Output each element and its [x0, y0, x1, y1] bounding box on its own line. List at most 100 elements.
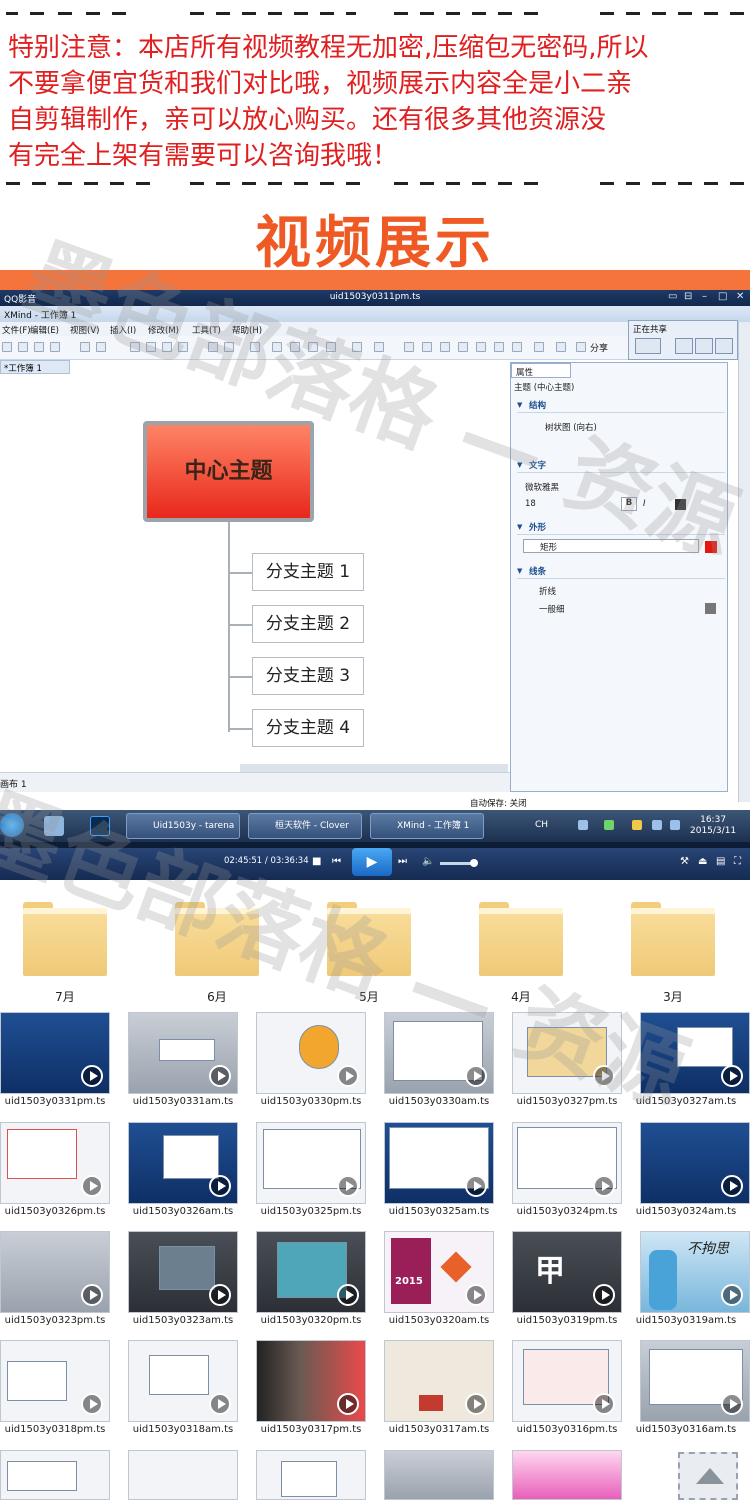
file-name[interactable]: uid1503y0327am.ts	[622, 1096, 750, 1107]
video-thumbnail[interactable]	[640, 1012, 750, 1094]
structure-value[interactable]: 树状图 (向右)	[545, 421, 597, 433]
file-name[interactable]: uid1503y0326pm.ts	[0, 1206, 119, 1217]
volume-knob[interactable]	[470, 859, 478, 867]
font-color-swatch[interactable]	[675, 499, 686, 510]
workbook-tab[interactable]: *工作簿 1	[0, 360, 70, 374]
video-thumbnail[interactable]	[128, 1450, 238, 1500]
video-thumbnail[interactable]: 不拘思	[640, 1231, 750, 1313]
video-thumbnail[interactable]	[512, 1012, 622, 1094]
security-icon[interactable]	[604, 820, 614, 830]
video-thumbnail[interactable]	[640, 1340, 750, 1422]
speaker-icon[interactable]: 🔈	[422, 856, 434, 867]
hand-icon[interactable]	[635, 338, 661, 354]
share-icon[interactable]	[576, 342, 586, 352]
folder-icon[interactable]	[327, 902, 411, 976]
menu-modify[interactable]: 修改(M)	[148, 324, 179, 336]
player-skin-icon[interactable]: ▭	[668, 291, 677, 302]
branch-topic-3[interactable]: 分支主题 3	[252, 657, 364, 695]
file-name[interactable]: uid1503y0324pm.ts	[503, 1206, 631, 1217]
menu-tools[interactable]: 工具(T)	[192, 324, 221, 336]
file-name[interactable]: uid1503y0331am.ts	[119, 1096, 247, 1107]
taskbar-button[interactable]: Uid1503y - tarena	[126, 813, 240, 839]
file-name[interactable]: uid1503y0325pm.ts	[247, 1206, 375, 1217]
file-name[interactable]: uid1503y0317pm.ts	[247, 1424, 375, 1435]
central-topic[interactable]: 中心主题	[143, 421, 314, 522]
style-icon[interactable]	[458, 342, 468, 352]
side-scrollbar[interactable]	[738, 322, 750, 802]
drill-up-icon[interactable]	[556, 342, 566, 352]
line-color-swatch[interactable]	[705, 603, 716, 614]
hyperlink-icon[interactable]	[476, 342, 486, 352]
relationship-icon[interactable]	[272, 342, 282, 352]
taskbar-clock[interactable]: 16:37 2015/3/11	[690, 815, 736, 837]
file-name[interactable]: uid1503y0325am.ts	[375, 1206, 503, 1217]
structure-section[interactable]: 结构	[517, 399, 725, 413]
ime-indicator[interactable]: CH	[535, 820, 548, 830]
menu-view[interactable]: 视图(V)	[70, 324, 99, 336]
file-name[interactable]: uid1503y0323am.ts	[119, 1315, 247, 1326]
file-name[interactable]: uid1503y0318pm.ts	[0, 1424, 119, 1435]
file-name[interactable]: uid1503y0319am.ts	[622, 1315, 750, 1326]
share-label[interactable]: 分享	[590, 341, 608, 354]
label-icon[interactable]	[494, 342, 504, 352]
player-minimize-icon[interactable]: –	[702, 291, 707, 302]
file-name[interactable]: uid1503y0316pm.ts	[503, 1424, 631, 1435]
file-name[interactable]: uid1503y0326am.ts	[119, 1206, 247, 1217]
start-button-icon[interactable]	[0, 813, 24, 837]
player-maximize-icon[interactable]: □	[718, 291, 727, 302]
battery-icon[interactable]	[578, 820, 588, 830]
video-thumbnail[interactable]	[512, 1122, 622, 1204]
summary-icon[interactable]	[308, 342, 318, 352]
pen-icon[interactable]	[352, 342, 362, 352]
notes-icon[interactable]	[404, 342, 414, 352]
folder-icon[interactable]	[23, 902, 107, 976]
file-name[interactable]: uid1503y0330am.ts	[375, 1096, 503, 1107]
video-thumbnail[interactable]	[128, 1231, 238, 1313]
eject-icon[interactable]: ⏏	[698, 856, 707, 867]
properties-tab[interactable]: 属性	[511, 363, 571, 378]
sheet-tab[interactable]: 画布 1	[0, 777, 27, 790]
branch-topic-4[interactable]: 分支主题 4	[252, 709, 364, 747]
volume-icon[interactable]	[670, 820, 680, 830]
theme-icon[interactable]	[440, 342, 450, 352]
video-thumbnail[interactable]	[384, 1450, 494, 1500]
photoshop-icon[interactable]	[90, 816, 110, 836]
shape-color-swatch[interactable]	[705, 541, 717, 553]
boundary-icon[interactable]	[290, 342, 300, 352]
network-icon[interactable]	[652, 820, 662, 830]
drill-down-icon[interactable]	[534, 342, 544, 352]
stop-icon[interactable]: ■	[312, 856, 321, 867]
delete-icon[interactable]	[178, 342, 188, 352]
stop-icon[interactable]	[512, 342, 522, 352]
paste-icon[interactable]	[162, 342, 172, 352]
bold-button[interactable]: B	[621, 497, 637, 511]
tools-icon[interactable]: ⚒	[680, 856, 689, 867]
folder-icon[interactable]	[631, 902, 715, 976]
branch-topic-2[interactable]: 分支主题 2	[252, 605, 364, 643]
play-button[interactable]: ▶	[352, 848, 392, 876]
marker-icon[interactable]	[326, 342, 336, 352]
video-thumbnail[interactable]	[512, 1450, 622, 1500]
calculator-icon[interactable]	[44, 816, 64, 836]
undo-icon[interactable]	[80, 342, 90, 352]
menu-help[interactable]: 帮助(H)	[232, 324, 262, 336]
file-name[interactable]: uid1503y0324am.ts	[622, 1206, 750, 1217]
video-thumbnail[interactable]	[512, 1340, 622, 1422]
fullscreen-icon[interactable]: ⛶	[734, 856, 741, 867]
shape-select[interactable]: 矩形	[523, 539, 699, 553]
video-thumbnail[interactable]: 2015	[384, 1231, 494, 1313]
line-style-select[interactable]: 折线	[539, 585, 556, 597]
folder-icon[interactable]	[175, 902, 259, 976]
new-icon[interactable]	[2, 342, 12, 352]
warning-icon[interactable]	[632, 820, 642, 830]
topic-icon[interactable]	[208, 342, 218, 352]
video-thumbnail[interactable]	[0, 1012, 110, 1094]
open-icon[interactable]	[18, 342, 28, 352]
video-thumbnail[interactable]	[128, 1340, 238, 1422]
chat-icon[interactable]	[675, 338, 693, 354]
font-select[interactable]: 微软雅黑	[525, 481, 559, 493]
attachment-icon[interactable]	[422, 342, 432, 352]
previous-icon[interactable]: ⏮	[332, 856, 341, 867]
edit-icon[interactable]	[695, 338, 713, 354]
idea-icon[interactable]	[224, 342, 234, 352]
